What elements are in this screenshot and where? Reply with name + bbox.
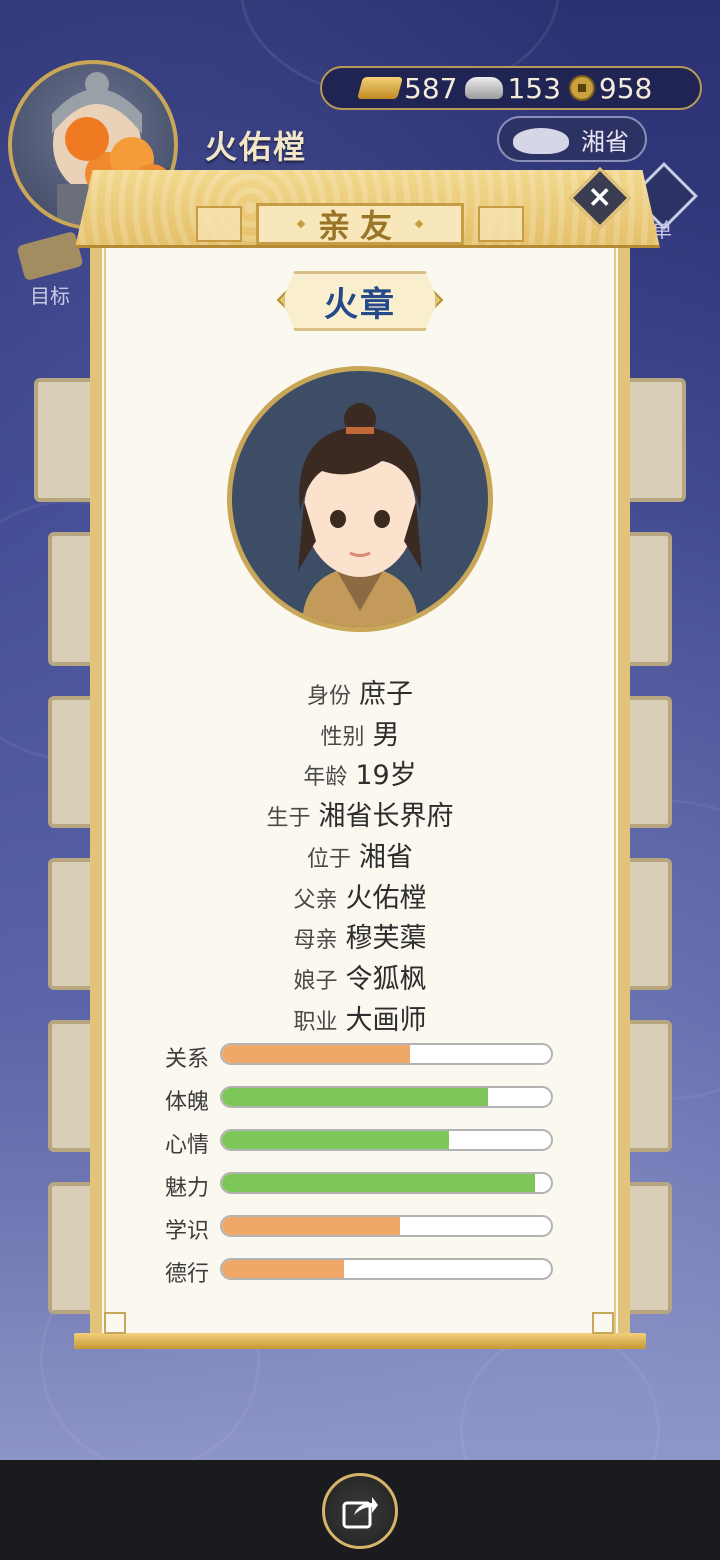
- stat-bar-fill: [222, 1174, 535, 1192]
- stat-label: 学识: [165, 1219, 210, 1244]
- copper-coin-icon: [568, 75, 595, 101]
- modal-bottom-rod: [74, 1333, 646, 1349]
- stat-label: 关系: [165, 1047, 210, 1072]
- stat-bar-fill: [222, 1131, 449, 1149]
- info-value: 火佑樘: [345, 882, 427, 914]
- corner-ornament: [104, 1312, 126, 1334]
- share-button[interactable]: [322, 1473, 398, 1549]
- stat-bar: [220, 1258, 553, 1280]
- stat-bar: [220, 1043, 553, 1065]
- info-row: 性别男: [104, 713, 616, 752]
- player-name: 火佑樘: [205, 128, 308, 166]
- gold-amount: 587: [404, 71, 458, 105]
- share-icon: [342, 1497, 378, 1529]
- info-key: 年龄: [303, 765, 348, 791]
- info-key: 娘子: [293, 968, 338, 994]
- info-value: 令狐枫: [345, 963, 427, 995]
- goal-label: 目标: [30, 284, 70, 308]
- copper-amount: 958: [598, 71, 653, 105]
- character-name: 火章: [282, 271, 438, 331]
- info-value: 大画师: [345, 1004, 427, 1036]
- character-portrait-icon: [298, 403, 422, 627]
- info-row: 父亲 火佑樘: [104, 876, 616, 915]
- info-row: 身份 庶子: [104, 672, 616, 711]
- stat-bar-fill: [222, 1088, 489, 1106]
- stat-label: 体魄: [165, 1090, 210, 1115]
- header-ornament-left: [196, 206, 242, 242]
- silver-counter: 153: [465, 71, 561, 105]
- modal-title: 亲友: [256, 203, 464, 245]
- stat-label: 心情: [165, 1133, 210, 1158]
- stat-bar-fill: [222, 1217, 400, 1235]
- stat-bar: [220, 1172, 553, 1194]
- silver-amount: 153: [507, 71, 561, 105]
- info-row: 职业 大画师: [104, 998, 616, 1037]
- info-key: 身份: [306, 684, 351, 709]
- info-value: 19岁: [355, 760, 417, 792]
- location-button[interactable]: 湘省: [497, 116, 647, 162]
- info-value: 湘省长界府: [318, 801, 454, 833]
- info-key: 父亲: [293, 887, 338, 913]
- info-value: 男: [372, 719, 400, 751]
- info-value: 庶子: [359, 679, 413, 710]
- info-value: 湘省: [359, 841, 413, 873]
- goal-icon: [16, 230, 84, 282]
- stat-bar-fill: [222, 1045, 410, 1063]
- currency-bar: 587 153 958: [320, 66, 702, 110]
- copper-counter: 958: [568, 71, 653, 105]
- corner-ornament: [592, 1312, 614, 1334]
- info-row: 母亲 穆芙蕖: [104, 916, 616, 955]
- header-ornament-right: [478, 206, 524, 242]
- close-icon: ×: [587, 179, 613, 215]
- stat-label: 魅力: [165, 1176, 210, 1201]
- info-key: 母亲: [293, 928, 338, 954]
- info-row: 娘子 令狐枫: [104, 957, 616, 996]
- stat-bar: [220, 1215, 553, 1237]
- info-row: 生于 湘省长界府: [104, 794, 616, 833]
- stat-bar: [220, 1129, 553, 1151]
- stat-label: 德行: [165, 1262, 210, 1287]
- info-value: 穆芙蕖: [345, 923, 427, 955]
- inkstone-icon: [513, 128, 569, 154]
- info-row: 年龄 19岁: [104, 753, 616, 792]
- character-avatar: [227, 366, 493, 632]
- info-key: 生于: [266, 806, 311, 832]
- info-row: 位于 湘省: [104, 835, 616, 874]
- gold-counter: 587: [357, 71, 458, 105]
- info-key: 职业: [293, 1009, 338, 1035]
- location-label: 湘省: [581, 127, 629, 156]
- silver-ingot-icon: [465, 77, 504, 99]
- info-key: 性别: [320, 724, 365, 750]
- gold-ingot-icon: [357, 77, 403, 99]
- info-key: 位于: [306, 846, 351, 872]
- stat-bar-fill: [222, 1260, 344, 1278]
- stat-bar: [220, 1086, 553, 1108]
